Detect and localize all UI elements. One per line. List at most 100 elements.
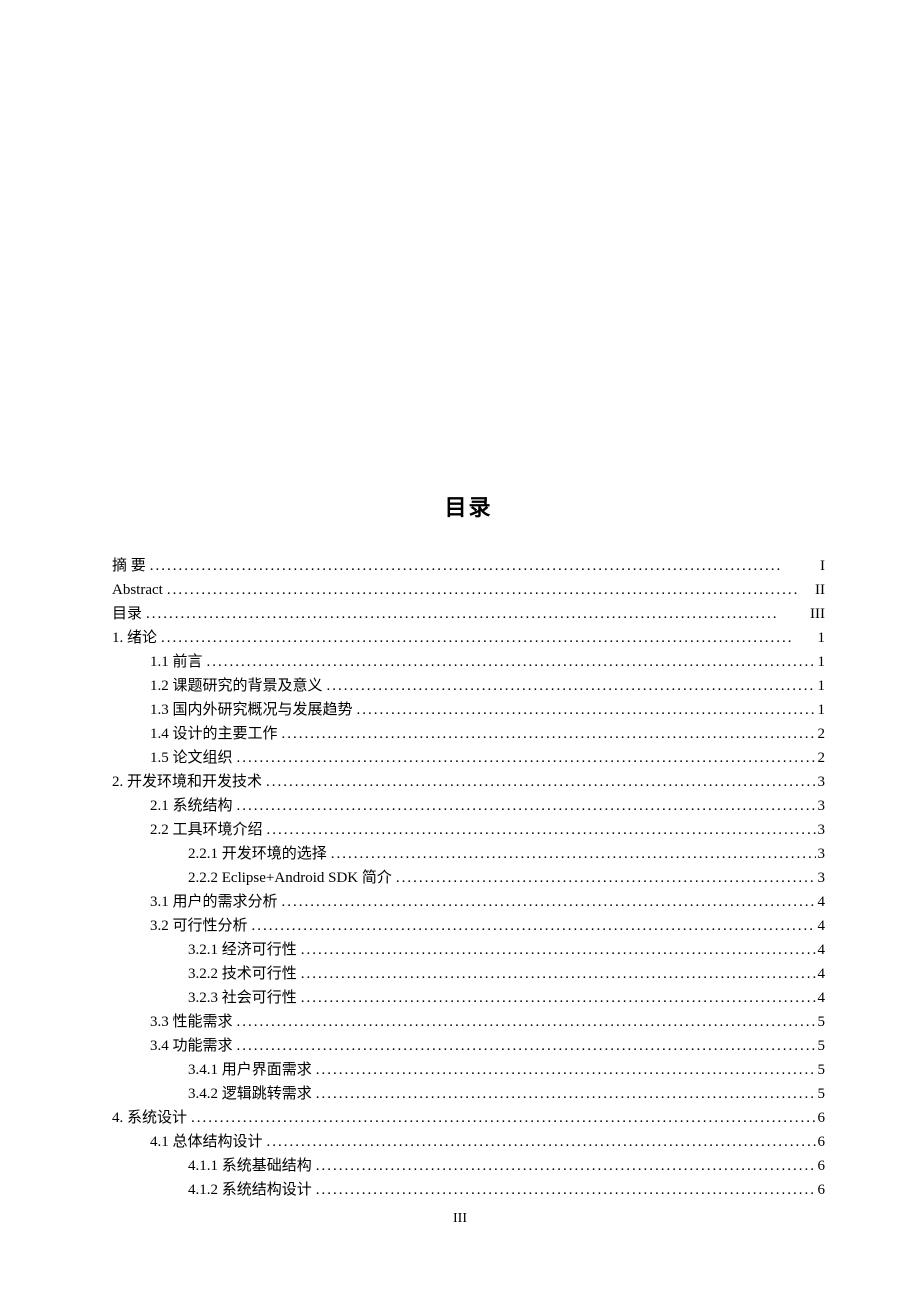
toc-entry: 2.2.1 开发环境的选择 3: [112, 842, 825, 866]
toc-leader-dots: [142, 602, 808, 626]
toc-leader-dots: [297, 962, 816, 986]
toc-entry: 3.2 可行性分析4: [112, 914, 825, 938]
toc-leader-dots: [312, 1154, 816, 1178]
toc-entry: 1.4 设计的主要工作 2: [112, 722, 825, 746]
toc-leader-dots: [297, 938, 816, 962]
toc-entry: 3.2.1 经济可行性 4: [112, 938, 825, 962]
toc-entry-page: 2: [816, 722, 826, 746]
toc-entry-page: 1: [816, 650, 826, 674]
toc-entry-label: 1.1 前言: [150, 650, 203, 674]
document-page: 目录 摘 要IAbstractII目录III1. 绪论11.1 前言11.2 课…: [0, 0, 920, 1202]
toc-leader-dots: [327, 842, 816, 866]
toc-entry: 1.2 课题研究的背景及意义 1: [112, 674, 825, 698]
toc-entry-page: 4: [816, 962, 826, 986]
toc-entry-page: 4: [816, 890, 826, 914]
toc-entry-label: 3.4.1 用户界面需求: [188, 1058, 312, 1082]
toc-leader-dots: [297, 986, 816, 1010]
toc-leader-dots: [203, 650, 816, 674]
toc-leader-dots: [392, 866, 816, 890]
toc-entry: 摘 要I: [112, 554, 825, 578]
toc-entry-label: 1.2 课题研究的背景及意义: [150, 674, 323, 698]
toc-leader-dots: [146, 554, 818, 578]
toc-leader-dots: [353, 698, 816, 722]
toc-entry-label: 3.2.3 社会可行性: [188, 986, 297, 1010]
toc-entry-label: 2.2 工具环境介绍: [150, 818, 263, 842]
toc-entry-page: 3: [816, 866, 826, 890]
toc-entry-page: 5: [816, 1058, 826, 1082]
toc-entry-label: 1.3 国内外研究概况与发展趋势: [150, 698, 353, 722]
toc-leader-dots: [323, 674, 816, 698]
toc-entry: 3.4.1 用户界面需求 5: [112, 1058, 825, 1082]
toc-entry-label: 1.4 设计的主要工作: [150, 722, 278, 746]
toc-leader-dots: [278, 722, 816, 746]
toc-entry-page: 6: [816, 1178, 826, 1202]
toc-entry-label: 3.2.1 经济可行性: [188, 938, 297, 962]
toc-entry: 4. 系统设计6: [112, 1106, 825, 1130]
toc-entry-page: 5: [816, 1034, 826, 1058]
toc-entry: 3.3 性能需求 5: [112, 1010, 825, 1034]
toc-leader-dots: [157, 626, 815, 650]
table-of-contents: 摘 要IAbstractII目录III1. 绪论11.1 前言11.2 课题研究…: [112, 554, 825, 1202]
toc-entry-label: 目录: [112, 602, 142, 626]
toc-entry-label: 2.2.2 Eclipse+Android SDK 简介: [188, 866, 392, 890]
toc-entry-label: 3.2 可行性分析: [150, 914, 248, 938]
toc-entry-label: 2.2.1 开发环境的选择: [188, 842, 327, 866]
toc-entry-label: 2.1 系统结构: [150, 794, 233, 818]
toc-leader-dots: [233, 1034, 816, 1058]
toc-leader-dots: [278, 890, 816, 914]
toc-leader-dots: [163, 578, 813, 602]
toc-entry: 2. 开发环境和开发技术 3: [112, 770, 825, 794]
toc-entry: 3.2.3 社会可行性4: [112, 986, 825, 1010]
toc-entry-label: 4.1 总体结构设计: [150, 1130, 263, 1154]
toc-entry: 1. 绪论1: [112, 626, 825, 650]
toc-entry-label: 3.2.2 技术可行性: [188, 962, 297, 986]
toc-entry-page: 1: [816, 698, 826, 722]
toc-entry: 2.2 工具环境介绍 3: [112, 818, 825, 842]
toc-leader-dots: [233, 1010, 816, 1034]
toc-leader-dots: [312, 1082, 816, 1106]
toc-entry-label: 3.4 功能需求: [150, 1034, 233, 1058]
toc-leader-dots: [233, 746, 816, 770]
toc-entry: 目录 III: [112, 602, 825, 626]
toc-title: 目录: [112, 490, 825, 522]
toc-entry: 1.3 国内外研究概况与发展趋势 1: [112, 698, 825, 722]
toc-leader-dots: [312, 1178, 816, 1202]
toc-entry-page: 6: [816, 1106, 826, 1130]
toc-entry-label: 4.1.1 系统基础结构: [188, 1154, 312, 1178]
toc-entry-page: 6: [816, 1154, 826, 1178]
toc-entry-label: 3.4.2 逻辑跳转需求: [188, 1082, 312, 1106]
toc-leader-dots: [187, 1106, 815, 1130]
toc-entry-page: 1: [816, 674, 826, 698]
toc-entry: 3.1 用户的需求分析 4: [112, 890, 825, 914]
toc-leader-dots: [263, 818, 816, 842]
toc-entry: 2.1 系统结构 3: [112, 794, 825, 818]
toc-entry: 3.4.2 逻辑跳转需求5: [112, 1082, 825, 1106]
toc-entry-page: II: [813, 578, 825, 602]
toc-entry-label: 摘 要: [112, 554, 146, 578]
toc-entry-page: 2: [816, 746, 826, 770]
toc-entry-page: 3: [816, 794, 826, 818]
toc-entry: 1.1 前言 1: [112, 650, 825, 674]
toc-entry-page: 4: [816, 938, 826, 962]
toc-entry: 3.4 功能需求 5: [112, 1034, 825, 1058]
toc-entry-page: 3: [816, 842, 826, 866]
toc-entry-page: 6: [816, 1130, 826, 1154]
toc-leader-dots: [233, 794, 816, 818]
toc-entry-page: 5: [816, 1010, 826, 1034]
toc-entry: 1.5 论文组织 2: [112, 746, 825, 770]
toc-entry-page: 3: [816, 770, 826, 794]
toc-leader-dots: [262, 770, 815, 794]
toc-leader-dots: [312, 1058, 816, 1082]
toc-entry-label: 3.1 用户的需求分析: [150, 890, 278, 914]
page-number: III: [0, 1211, 920, 1227]
toc-entry: 2.2.2 Eclipse+Android SDK 简介 3: [112, 866, 825, 890]
toc-entry-page: 1: [816, 626, 826, 650]
toc-entry-label: 3.3 性能需求: [150, 1010, 233, 1034]
toc-entry-page: III: [808, 602, 825, 626]
toc-entry-label: 2. 开发环境和开发技术: [112, 770, 262, 794]
toc-entry-page: 3: [816, 818, 826, 842]
toc-entry-label: Abstract: [112, 578, 163, 602]
toc-entry: Abstract II: [112, 578, 825, 602]
toc-leader-dots: [248, 914, 816, 938]
toc-entry-label: 1.5 论文组织: [150, 746, 233, 770]
